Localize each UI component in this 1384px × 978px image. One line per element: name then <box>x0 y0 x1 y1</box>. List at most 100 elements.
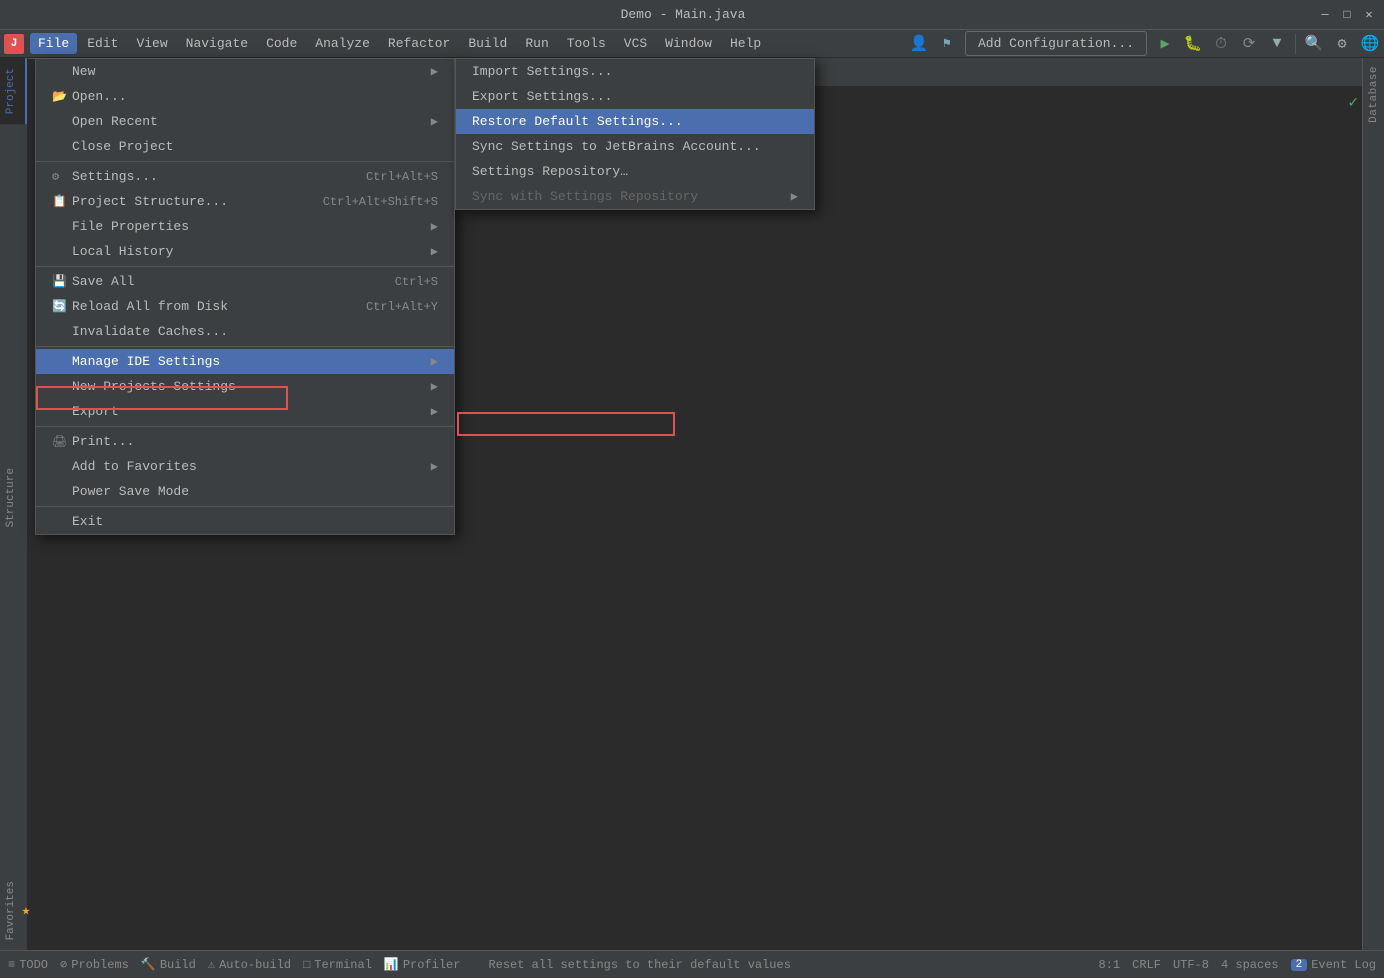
profiler-status[interactable]: 📊 Profiler <box>384 957 461 972</box>
database-panel-label[interactable]: Database <box>1368 66 1380 123</box>
local-hist-arrow: ▶ <box>431 244 438 259</box>
menu-export[interactable]: Export ▶ <box>36 399 454 424</box>
proj-struct-shortcut: Ctrl+Alt+Shift+S <box>323 195 438 209</box>
cursor-position[interactable]: 8:1 <box>1099 958 1121 972</box>
status-message: Reset all settings to their default valu… <box>488 958 790 972</box>
profile-icon[interactable]: ⏱ <box>1211 34 1231 54</box>
submenu-sync-jetbrains[interactable]: Sync Settings to JetBrains Account... <box>456 134 814 159</box>
left-sidebar: Project Structure Favorites ★ <box>0 58 28 950</box>
status-right: 8:1 CRLF UTF-8 4 spaces 2 Event Log <box>1099 958 1376 972</box>
submenu-export-settings[interactable]: Export Settings... <box>456 84 814 109</box>
event-log-badge: 2 <box>1291 959 1308 971</box>
menu-refactor[interactable]: Refactor <box>380 33 458 54</box>
coverage-icon[interactable]: ⟳ <box>1239 34 1259 54</box>
terminal-label: Terminal <box>314 958 372 972</box>
menu-print[interactable]: 🖨Print... <box>36 429 454 454</box>
vcs-update-icon[interactable]: 👤 <box>909 34 929 54</box>
menu-manage-ide-settings[interactable]: Manage IDE Settings ▶ <box>36 349 454 374</box>
open-icon: 📂 <box>52 89 72 104</box>
dropdown-icon[interactable]: ▼ <box>1267 34 1287 54</box>
menu-help[interactable]: Help <box>722 33 769 54</box>
menu-tools[interactable]: Tools <box>559 33 614 54</box>
search-icon[interactable]: 🔍 <box>1304 34 1324 54</box>
menu-analyze[interactable]: Analyze <box>307 33 378 54</box>
file-props-arrow: ▶ <box>431 219 438 234</box>
charset[interactable]: UTF-8 <box>1173 958 1209 972</box>
event-log[interactable]: 2 Event Log <box>1291 958 1376 972</box>
sidebar-project-tab[interactable]: Project <box>0 58 27 124</box>
menu-code[interactable]: Code <box>258 33 305 54</box>
menu-save-all[interactable]: 💾Save All Ctrl+S <box>36 269 454 294</box>
submenu-settings-repo[interactable]: Settings Repository… <box>456 159 814 184</box>
menu-run[interactable]: Run <box>517 33 556 54</box>
manage-ide-submenu: Import Settings... Export Settings... Re… <box>455 58 815 210</box>
save-shortcut: Ctrl+S <box>395 275 438 289</box>
checkmark-indicator: ✓ <box>1344 90 1362 114</box>
menu-new[interactable]: New ▶ <box>36 59 454 84</box>
menu-new-projects-settings[interactable]: New Projects Settings ▶ <box>36 374 454 399</box>
recent-arrow: ▶ <box>431 114 438 129</box>
intellij-icon[interactable]: 🌐 <box>1360 34 1380 54</box>
title-bar: Demo - Main.java ─ □ ✕ <box>0 0 1384 30</box>
menu-add-favorites[interactable]: Add to Favorites ▶ <box>36 454 454 479</box>
settings-icon[interactable]: ⚙ <box>1332 34 1352 54</box>
menu-close-project[interactable]: Close Project <box>36 134 454 159</box>
separator-1 <box>36 161 454 162</box>
problems-status[interactable]: ⊘ Problems <box>60 957 129 972</box>
minimize-button[interactable]: ─ <box>1318 8 1332 22</box>
auto-build-status[interactable]: ⚠ Auto-build <box>208 957 291 972</box>
menu-file[interactable]: File <box>30 33 77 54</box>
reload-icon: 🔄 <box>52 299 72 314</box>
run-icon[interactable]: ▶ <box>1155 34 1175 54</box>
manage-ide-arrow: ▶ <box>431 354 438 369</box>
reload-shortcut: Ctrl+Alt+Y <box>366 300 438 314</box>
indent[interactable]: 4 spaces <box>1221 958 1279 972</box>
menu-navigate[interactable]: Navigate <box>178 33 256 54</box>
separator-3 <box>36 346 454 347</box>
submenu-import-settings[interactable]: Import Settings... <box>456 59 814 84</box>
menu-invalidate-caches[interactable]: Invalidate Caches... <box>36 319 454 344</box>
git-icon[interactable]: ⚑ <box>937 34 957 54</box>
window-controls[interactable]: ─ □ ✕ <box>1318 8 1376 22</box>
export-arrow: ▶ <box>431 404 438 419</box>
proj-struct-icon: 📋 <box>52 194 72 209</box>
add-configuration-button[interactable]: Add Configuration... <box>965 31 1147 56</box>
build-status[interactable]: 🔨 Build <box>141 957 196 972</box>
app-logo: J <box>4 34 24 54</box>
close-button[interactable]: ✕ <box>1362 8 1376 22</box>
debug-icon[interactable]: 🐛 <box>1183 34 1203 54</box>
menu-power-save[interactable]: Power Save Mode <box>36 479 454 504</box>
window-title: Demo - Main.java <box>621 7 746 22</box>
menu-vcs[interactable]: VCS <box>616 33 655 54</box>
todo-status[interactable]: ≡ TODO <box>8 958 48 972</box>
menu-window[interactable]: Window <box>657 33 720 54</box>
menu-file-properties[interactable]: File Properties ▶ <box>36 214 454 239</box>
settings-shortcut: Ctrl+Alt+S <box>366 170 438 184</box>
separator-5 <box>36 506 454 507</box>
maximize-button[interactable]: □ <box>1340 8 1354 22</box>
sidebar-favorites-tab[interactable]: Favorites ★ <box>0 871 27 950</box>
sync-repo-arrow: ▶ <box>791 189 798 204</box>
terminal-icon: □ <box>303 958 310 972</box>
submenu-restore-default[interactable]: Restore Default Settings... <box>456 109 814 134</box>
separator-2 <box>36 266 454 267</box>
menu-settings[interactable]: ⚙Settings... Ctrl+Alt+S <box>36 164 454 189</box>
right-panel: Database <box>1362 58 1384 950</box>
todo-label: TODO <box>19 958 48 972</box>
profiler-icon: 📊 <box>384 957 399 972</box>
menu-local-history[interactable]: Local History ▶ <box>36 239 454 264</box>
menu-open-recent[interactable]: Open Recent ▶ <box>36 109 454 134</box>
terminal-status[interactable]: □ Terminal <box>303 958 372 972</box>
menu-reload-disk[interactable]: 🔄Reload All from Disk Ctrl+Alt+Y <box>36 294 454 319</box>
menu-edit[interactable]: Edit <box>79 33 126 54</box>
problems-label: Problems <box>71 958 129 972</box>
menu-exit[interactable]: Exit <box>36 509 454 534</box>
menu-build[interactable]: Build <box>460 33 515 54</box>
menu-bar: J File Edit View Navigate Code Analyze R… <box>0 30 1384 58</box>
separator-4 <box>36 426 454 427</box>
menu-open[interactable]: 📂Open... <box>36 84 454 109</box>
menu-project-structure[interactable]: 📋Project Structure... Ctrl+Alt+Shift+S <box>36 189 454 214</box>
line-ending[interactable]: CRLF <box>1132 958 1161 972</box>
menu-view[interactable]: View <box>128 33 175 54</box>
sidebar-structure-tab[interactable]: Structure <box>0 458 27 537</box>
